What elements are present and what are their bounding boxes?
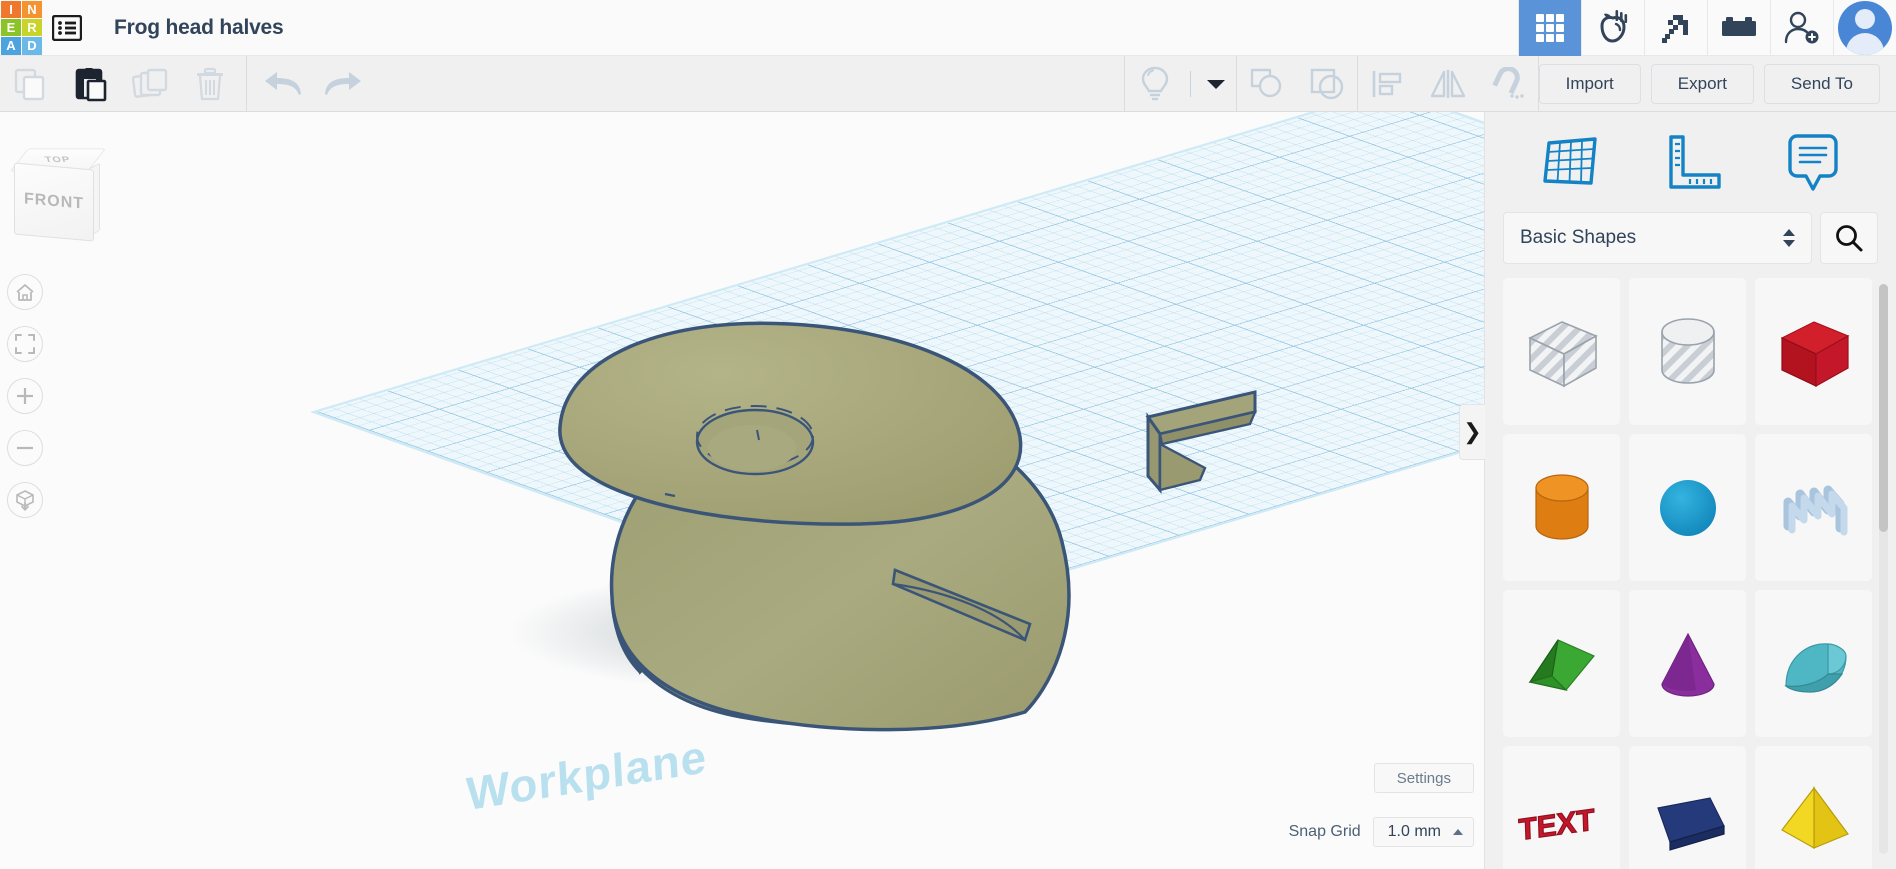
logo-tile-1: N [22, 0, 42, 18]
roof-shape[interactable] [1503, 590, 1620, 737]
panel-tool-row [1485, 112, 1896, 212]
mirror-flip-icon[interactable] [1418, 56, 1478, 112]
import-button[interactable]: Import [1538, 63, 1641, 104]
round-roof-shape[interactable] [1755, 590, 1872, 737]
logo-tile-5: D [22, 37, 42, 55]
pyramid-shape[interactable] [1755, 746, 1872, 869]
notes-tool-icon[interactable] [1784, 131, 1842, 193]
paraboloid-shape[interactable] [1629, 746, 1746, 869]
snap-grid-value: 1.0 mm [1387, 823, 1441, 840]
delete-trash-icon[interactable] [180, 56, 240, 112]
lightbulb-icon[interactable] [1125, 56, 1185, 112]
lego-brick-icon[interactable] [1707, 0, 1770, 56]
header-icon-bar [1518, 0, 1896, 56]
text-shape[interactable]: TEXT [1503, 746, 1620, 869]
spinner-arrows-icon [1783, 229, 1795, 247]
view-cube-front-label: FRONT [23, 190, 85, 213]
view-cube[interactable]: TOP FRONT [9, 144, 107, 242]
app-header: I N E R A D Frog head halves [0, 0, 1896, 56]
add-person-icon[interactable] [1770, 0, 1833, 56]
hamburger-list-icon[interactable] [42, 0, 92, 56]
ruler-tool-icon[interactable] [1661, 131, 1723, 193]
shapes-panel: ❯ Basic Shapes TEXT [1459, 112, 1896, 869]
shape-library-items: TEXT [1503, 278, 1872, 869]
cone-shape[interactable] [1629, 590, 1746, 737]
toolbar-divider-1 [246, 55, 247, 112]
workplane-tool-icon[interactable] [1539, 131, 1601, 193]
tinkercad-app: I N E R A D Frog head halves Import Expo… [0, 0, 1896, 869]
edit-tool-group [0, 56, 240, 112]
file-action-buttons: Import Export Send To [1538, 63, 1896, 104]
shape-panel-scrollbar[interactable] [1879, 284, 1888, 854]
sphere-shape[interactable] [1629, 434, 1746, 581]
zoom-out-icon[interactable] [7, 430, 43, 466]
lightbulb-dropdown-caret-icon[interactable] [1196, 56, 1236, 112]
history-tool-group [253, 56, 373, 112]
copy-icon[interactable] [0, 56, 60, 112]
group-tool-group [1237, 56, 1357, 112]
main-toolbar: Import Export Send To [0, 55, 1896, 112]
duplicate-icon[interactable] [120, 56, 180, 112]
align-icon[interactable] [1358, 56, 1418, 112]
snap-grid-label: Snap Grid [1288, 823, 1361, 840]
align-tool-group [1358, 56, 1538, 112]
search-icon[interactable] [1820, 212, 1878, 264]
shape-category-select[interactable]: Basic Shapes [1503, 212, 1812, 264]
cylinder-shape[interactable] [1503, 434, 1620, 581]
caret-up-icon [1453, 829, 1463, 835]
logo-tile-3: R [22, 18, 42, 37]
box-hole-shape[interactable] [1503, 278, 1620, 425]
page-title: Frog head halves [114, 15, 284, 39]
box-shape[interactable] [1755, 278, 1872, 425]
cylinder-hole-shape[interactable] [1629, 278, 1746, 425]
settings-button[interactable]: Settings [1373, 763, 1474, 793]
logo-tile-4: A [1, 37, 21, 55]
paste-icon[interactable] [60, 56, 120, 112]
svg-text:TEXT: TEXT [1518, 803, 1596, 847]
lightbulb-divider [1189, 70, 1191, 97]
shape-library-grid[interactable]: TEXT [1485, 278, 1896, 869]
scribble-shape[interactable] [1755, 434, 1872, 581]
undo-icon[interactable] [253, 56, 313, 112]
shape-search-row: Basic Shapes [1485, 212, 1896, 278]
magnet-snap-icon[interactable] [1478, 56, 1538, 112]
orthographic-perspective-toggle-icon[interactable] [7, 482, 43, 518]
chevron-right-icon[interactable]: ❯ [1459, 404, 1485, 460]
shape-category-value: Basic Shapes [1520, 227, 1637, 248]
redo-icon[interactable] [313, 56, 373, 112]
tinkercad-gallery-icon[interactable] [1581, 0, 1644, 56]
frog-head-halves-model[interactable] [0, 112, 1484, 869]
send-to-button[interactable]: Send To [1763, 63, 1880, 104]
snap-grid-select[interactable]: 1.0 mm [1372, 817, 1474, 847]
avatar[interactable] [1833, 0, 1896, 56]
home-view-icon[interactable] [7, 274, 43, 310]
tinkercad-logo[interactable]: I N E R A D [0, 0, 42, 56]
export-button[interactable]: Export [1650, 63, 1754, 104]
light-tool-group [1125, 56, 1236, 112]
fit-to-view-icon[interactable] [7, 326, 43, 362]
view-cube-top-label: TOP [43, 155, 73, 165]
3d-viewport[interactable]: Workplane TOP FRONT Settings Snap Grid 1… [0, 112, 1484, 869]
minecraft-pickaxe-icon[interactable] [1644, 0, 1707, 56]
avatar-image [1838, 0, 1892, 55]
view-cube-front-face[interactable]: FRONT [14, 162, 94, 242]
logo-tile-0: I [1, 0, 21, 18]
snap-grid-control: Snap Grid 1.0 mm [1289, 817, 1474, 847]
logo-tile-2: E [1, 18, 21, 37]
group-icon[interactable] [1237, 56, 1297, 112]
shape-panel-scroll-thumb[interactable] [1879, 284, 1888, 532]
grid-apps-icon[interactable] [1518, 0, 1581, 56]
ungroup-icon[interactable] [1297, 56, 1357, 112]
zoom-in-icon[interactable] [7, 378, 43, 414]
